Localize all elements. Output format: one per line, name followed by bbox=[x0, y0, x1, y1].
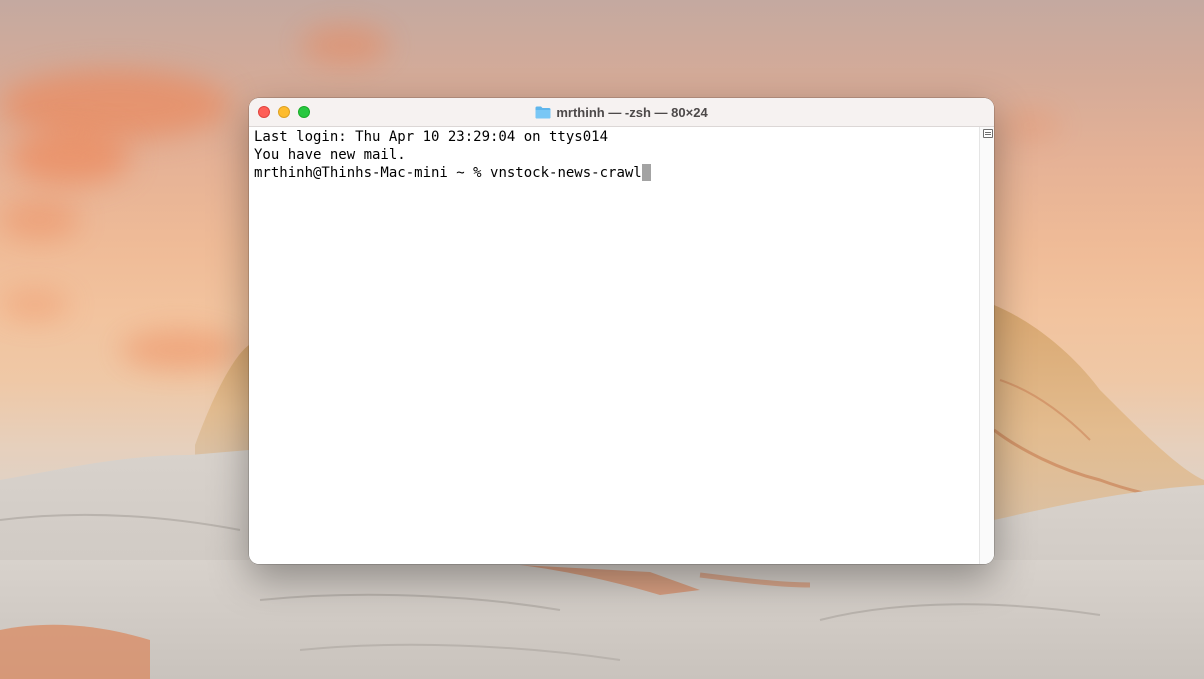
terminal-output: Last login: Thu Apr 10 23:29:04 on ttys0… bbox=[254, 128, 651, 182]
scroll-menu-icon[interactable] bbox=[983, 129, 993, 138]
terminal-line: You have new mail. bbox=[254, 147, 406, 163]
terminal-line: Last login: Thu Apr 10 23:29:04 on ttys0… bbox=[254, 129, 609, 145]
title-bar[interactable]: mrthinh — -zsh — 80×24 bbox=[249, 98, 994, 127]
command-input[interactable]: vnstock-news-crawl bbox=[490, 165, 642, 181]
window-title-group: mrthinh — -zsh — 80×24 bbox=[249, 98, 994, 126]
terminal-content[interactable]: Last login: Thu Apr 10 23:29:04 on ttys0… bbox=[249, 127, 994, 564]
folder-icon bbox=[535, 106, 551, 118]
block-cursor bbox=[641, 164, 651, 181]
terminal-window[interactable]: mrthinh — -zsh — 80×24 Last login: Thu A… bbox=[249, 98, 994, 564]
shell-prompt: mrthinh@Thinhs-Mac-mini ~ % bbox=[254, 165, 491, 181]
vertical-scrollbar[interactable] bbox=[979, 127, 994, 564]
window-title: mrthinh — -zsh — 80×24 bbox=[556, 104, 708, 120]
